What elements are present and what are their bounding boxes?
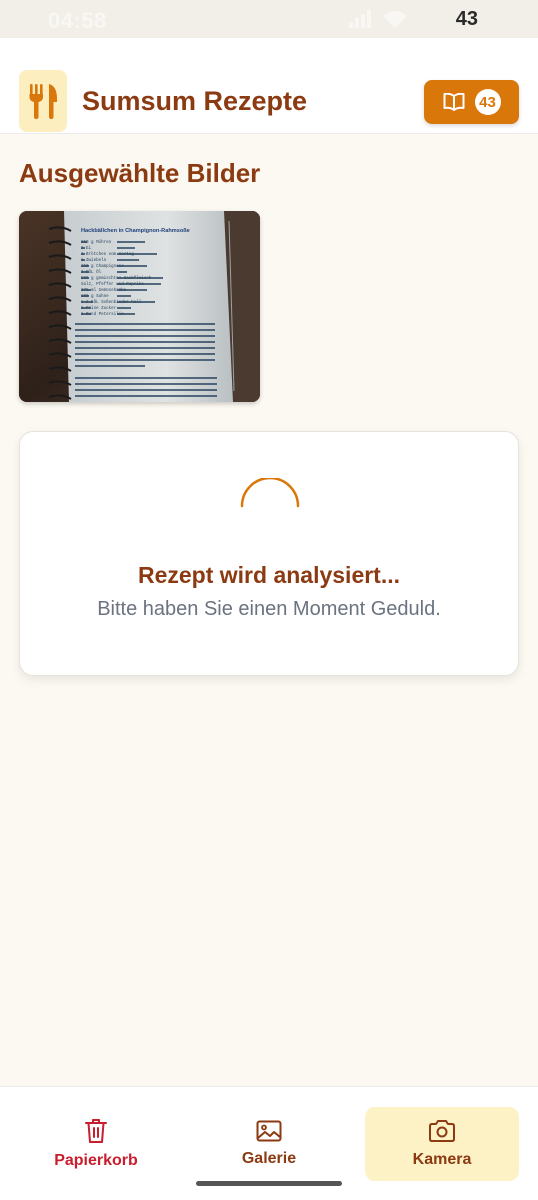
app-header: Sumsum Rezepte 43 — [0, 38, 538, 134]
recipe-sheet-ingredient: 1 Bund Petersilie — [81, 312, 124, 317]
analysis-title: Rezept wird analysiert... — [137, 562, 401, 588]
recipe-collection-button[interactable]: 43 — [424, 80, 519, 124]
recipe-sheet-ingredient: 100 g Sahne — [81, 294, 109, 299]
recipe-sheet-ingredient: 1 Prise Zucker — [81, 306, 117, 311]
battery-level: 43 — [455, 8, 478, 30]
recipe-sheet-title: Hackbällchen in Champignon-Rahmsoße — [81, 228, 190, 234]
recipe-sheet-ingredient: 1 Zwiebeln — [81, 258, 107, 263]
analysis-subtitle: Bitte haben Sie einen Moment Geduld. — [97, 598, 441, 620]
home-indicator[interactable] — [196, 1181, 342, 1186]
recipe-sheet-ingredient: 250 g Möhren — [81, 240, 112, 245]
signal-icon — [349, 10, 371, 28]
nav-item-galerie[interactable]: Galerie — [192, 1107, 346, 1181]
nav-label-papierkorb: Papierkorb — [54, 1152, 138, 1169]
recipe-sheet-ingredient: 2 EßL Öl — [81, 270, 102, 275]
nav-label-kamera: Kamera — [412, 1151, 472, 1168]
selected-image-thumbnail[interactable]: Hackbällchen in Champignon-Rahmsoße 250 … — [19, 211, 260, 402]
recipe-sheet-ingredient: 1 Ei — [81, 246, 92, 251]
analysis-status-card: Rezept wird analysiert... Bitte haben Si… — [19, 431, 519, 676]
camera-icon — [429, 1120, 455, 1142]
recipe-sheet-ingredient: 500 g gemischtes Hackfleisch — [81, 276, 152, 281]
recipe-sheet-ingredient: 1-2 EßL Soßenbinder hell — [81, 300, 142, 305]
collection-count-badge: 43 — [474, 89, 501, 115]
status-bar: 04:58 43 — [0, 0, 538, 38]
app-title: Sumsum Rezepte — [82, 86, 308, 116]
status-icons — [348, 10, 408, 28]
utensils-icon — [29, 84, 57, 119]
app-logo — [19, 70, 67, 132]
recipe-sheet-ingredient: 375 ml Gemüsebrühe — [81, 288, 127, 293]
nav-item-kamera[interactable]: Kamera — [365, 1107, 519, 1181]
nav-label-galerie: Galerie — [241, 1150, 297, 1167]
nav-item-papierkorb[interactable]: Papierkorb — [19, 1107, 173, 1181]
recipe-sheet-ingredient: 1 Brötchen vom Vortag — [81, 252, 134, 257]
image-icon — [256, 1120, 282, 1142]
recipe-photo: Hackbällchen in Champignon-Rahmsoße 250 … — [19, 211, 260, 402]
wifi-icon — [383, 11, 407, 28]
book-open-icon — [443, 93, 464, 111]
loading-spinner-icon — [240, 478, 300, 508]
recipe-sheet-ingredient: 250 g Champignons — [81, 264, 124, 269]
status-time: 04:58 — [48, 8, 107, 33]
section-title: Ausgewählte Bilder — [19, 158, 261, 188]
recipe-sheet-ingredient: Salz, Pfeffer und Paprika — [81, 282, 144, 287]
trash-icon — [85, 1119, 107, 1143]
